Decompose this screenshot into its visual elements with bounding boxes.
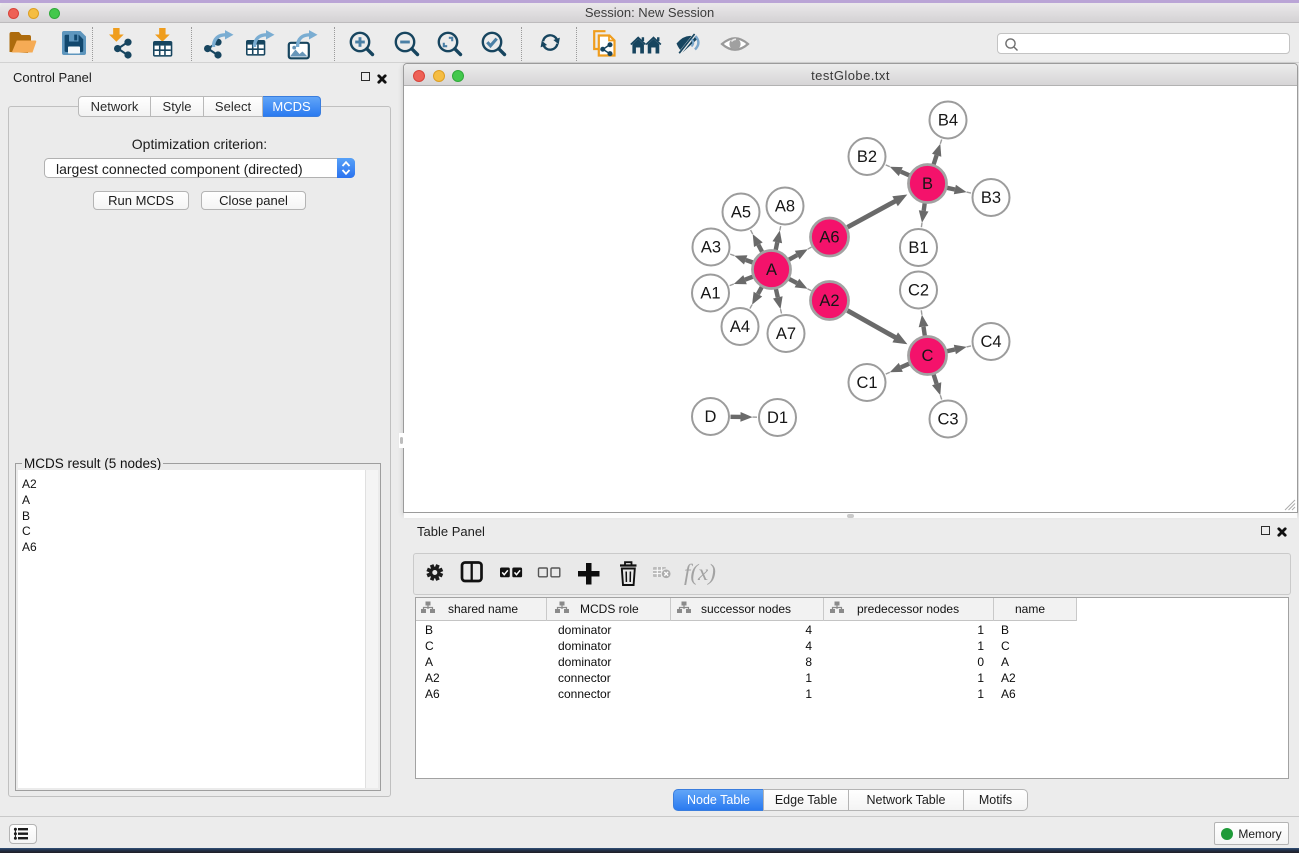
svg-text:C2: C2	[908, 282, 929, 300]
svg-text:A3: A3	[701, 239, 721, 257]
svg-text:D1: D1	[767, 409, 788, 427]
svg-text:C3: C3	[937, 411, 958, 429]
svg-text:A5: A5	[731, 204, 751, 222]
svg-text:D: D	[705, 408, 717, 426]
svg-text:B2: B2	[857, 148, 877, 166]
svg-text:A6: A6	[819, 229, 839, 247]
svg-text:B1: B1	[908, 239, 928, 257]
svg-text:A2: A2	[819, 292, 839, 310]
svg-text:B: B	[922, 175, 933, 193]
svg-text:f(x): f(x)	[684, 560, 716, 585]
svg-text:B3: B3	[981, 189, 1001, 207]
svg-text:A1: A1	[700, 285, 720, 303]
svg-text:C1: C1	[856, 374, 877, 392]
svg-text:B4: B4	[938, 112, 958, 130]
svg-text:A: A	[766, 261, 777, 279]
svg-text:C4: C4	[980, 333, 1001, 351]
svg-text:A7: A7	[776, 325, 796, 343]
svg-text:A8: A8	[775, 198, 795, 216]
svg-text:A4: A4	[730, 318, 750, 336]
svg-text:C: C	[922, 347, 934, 365]
